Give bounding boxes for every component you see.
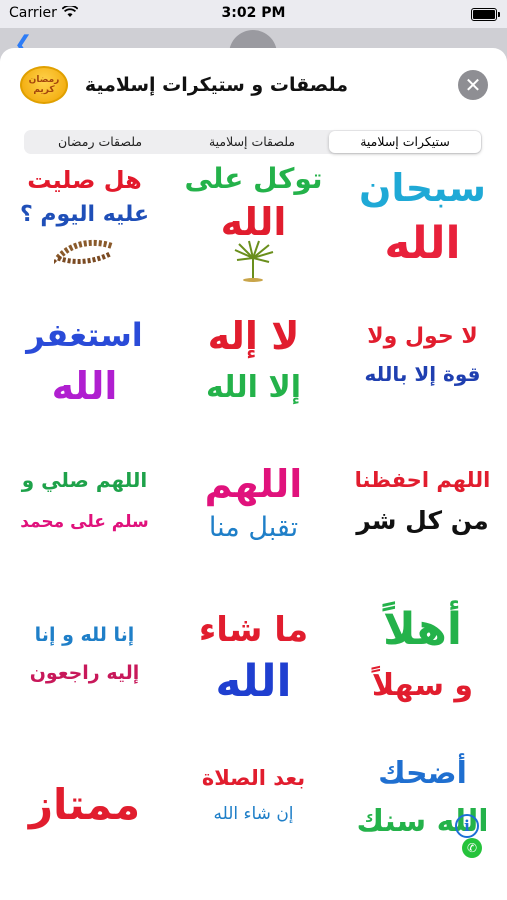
close-button[interactable]: ✕	[458, 70, 488, 100]
status-time: 3:02 PM	[221, 5, 286, 21]
screen: Carrier 3:02 PM ❮ رمضان كريم ملصقات و ست…	[0, 0, 507, 900]
status-bar: Carrier 3:02 PM	[0, 0, 507, 28]
sticker-line2: عليه اليوم ؟	[19, 202, 150, 227]
tab-islamic-stickers[interactable]: ستيكرات إسلامية	[329, 131, 481, 153]
sticker-line2: إليه راجعون	[29, 662, 140, 684]
sticker-grid: سبحان الله توكل على الله هل صليت عليه ال…	[0, 162, 507, 892]
sticker-la-hawl[interactable]: لا حول ولا قوة إلا بالله	[338, 308, 507, 454]
sticker-line1: أضحك	[378, 756, 467, 791]
sticker-line2: الله	[384, 218, 461, 269]
sticker-line2: تقبل منا	[208, 512, 299, 543]
sticker-ahlan[interactable]: أهلاً و سهلاً	[338, 600, 507, 746]
sticker-line2: إلا الله	[205, 370, 302, 405]
whatsapp-icon: ✆	[462, 838, 482, 858]
sticker-line1: اللهم	[204, 462, 303, 506]
sticker-astaghfir[interactable]: استغفر الله	[0, 308, 169, 454]
sticker-line2: سلم على محمد	[20, 512, 149, 532]
sticker-tawakkal[interactable]: توكل على الله	[169, 162, 338, 308]
sticker-line1: ما شاء	[198, 610, 309, 650]
sticker-sheet: رمضان كريم ملصقات و ستيكرات إسلامية ✕ ست…	[0, 48, 507, 900]
info-icon: i	[464, 817, 470, 835]
sticker-line2: الله	[51, 364, 118, 408]
palm-icon	[234, 240, 274, 282]
sticker-line1: لا حول ولا	[367, 324, 478, 349]
sticker-line1: أهلاً	[383, 604, 462, 655]
sticker-line1: هل صليت	[27, 166, 142, 194]
sticker-line2: إن شاء الله	[213, 804, 294, 824]
sticker-line2: و سهلاً	[371, 668, 474, 703]
sticker-line2: الله	[220, 200, 287, 244]
sticker-line1: اللهم صلي و	[21, 468, 148, 492]
sticker-baad-salat[interactable]: بعد الصلاة إن شاء الله	[169, 746, 338, 892]
sticker-taqabbal[interactable]: اللهم تقبل منا	[169, 454, 338, 600]
sticker-ihfazna[interactable]: اللهم احفظنا من كل شر	[338, 454, 507, 600]
app-icon-text: رمضان كريم	[28, 75, 60, 95]
battery-icon	[471, 8, 500, 21]
sticker-mumtaz[interactable]: ممتاز	[0, 746, 169, 892]
sticker-line2: من كل شر	[356, 506, 489, 535]
sticker-line1: بعد الصلاة	[201, 766, 306, 790]
sticker-line1: توكل على	[184, 162, 323, 195]
tab-control: ستيكرات إسلامية ملصقات إسلامية ملصقات رم…	[24, 130, 482, 154]
sticker-mashaallah[interactable]: ما شاء الله	[169, 600, 338, 746]
sticker-line1: استغفر	[26, 316, 143, 354]
sticker-line1: إنا لله و إنا	[34, 624, 135, 646]
sticker-salli[interactable]: اللهم صلي و سلم على محمد	[0, 454, 169, 600]
sticker-la-ilaha[interactable]: لا إله إلا الله	[169, 308, 338, 454]
sticker-subhan-allah[interactable]: سبحان الله	[338, 162, 507, 308]
sticker-line2: الله سنك	[356, 804, 489, 839]
sticker-line2: قوة إلا بالله	[364, 362, 481, 386]
tab-islamic-labels[interactable]: ملصقات إسلامية	[176, 130, 328, 154]
close-icon: ✕	[464, 73, 482, 97]
sticker-line1: لا إله	[207, 314, 300, 358]
tab-ramadan-labels[interactable]: ملصقات رمضان	[24, 130, 176, 154]
sticker-line1: سبحان	[359, 166, 486, 210]
sheet-title: ملصقات و ستيكرات إسلامية	[84, 74, 348, 96]
sticker-inna-lillah[interactable]: إنا لله و إنا إليه راجعون	[0, 600, 169, 746]
sticker-line2: الله	[215, 656, 292, 707]
sticker-line1: اللهم احفظنا	[354, 468, 491, 492]
prayer-beads-icon	[54, 239, 113, 265]
sticker-line1: ممتاز	[28, 780, 141, 829]
info-button[interactable]: i	[455, 814, 479, 838]
app-icon: رمضان كريم	[20, 66, 68, 104]
sticker-adhak[interactable]: أضحك الله سنك ✆	[338, 746, 507, 892]
sticker-hal-sallayt[interactable]: هل صليت عليه اليوم ؟	[0, 162, 169, 308]
